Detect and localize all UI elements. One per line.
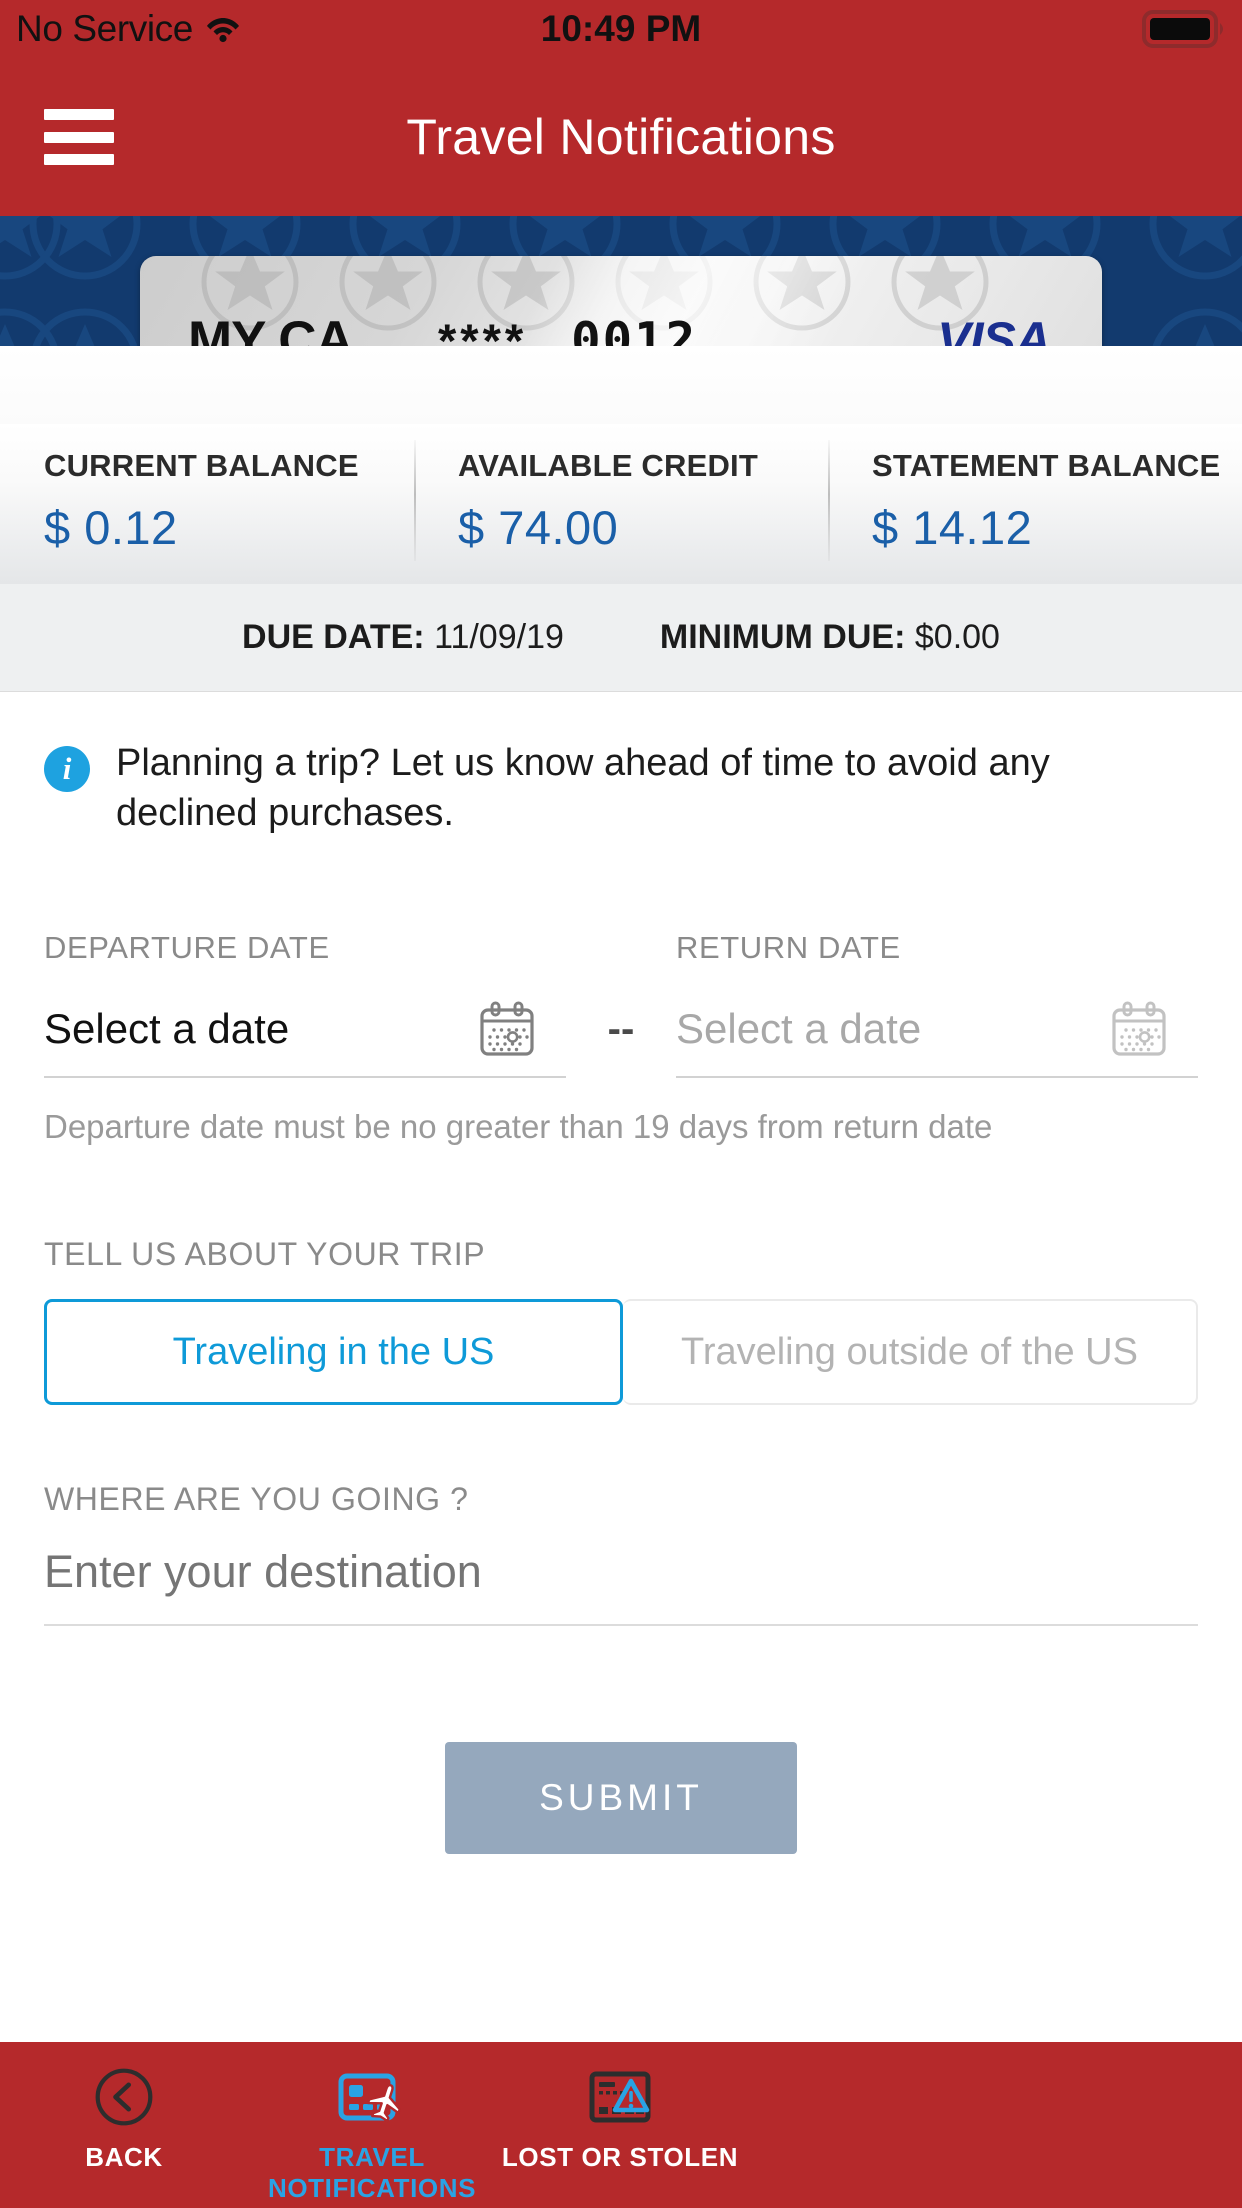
due-date: DUE DATE: 11/09/19 — [242, 618, 564, 657]
calendar-icon[interactable] — [1110, 1000, 1168, 1058]
balance-label: AVAILABLE CREDIT — [458, 448, 758, 483]
balance-value: $ 14.12 — [872, 501, 1033, 554]
balance-label: CURRENT BALANCE — [44, 448, 359, 483]
card-hero-banner: MY CA... **** 0012 VISA — [0, 216, 1242, 346]
info-circle-icon: i — [44, 746, 90, 792]
trip-option-outside-us[interactable]: Traveling outside of the US — [623, 1299, 1198, 1406]
nav-item-back[interactable]: BACK — [0, 2064, 248, 2173]
nav-label-back: BACK — [85, 2142, 163, 2172]
card-mask: **** — [438, 313, 528, 347]
chevron-left-circle-icon — [88, 2064, 160, 2130]
return-date-input[interactable]: Select a date — [676, 988, 1198, 1079]
nav-label-lost-or-stolen: LOST OR STOLEN — [501, 2142, 739, 2172]
page-title: Travel Notifications — [406, 109, 836, 165]
departure-date-field: DEPARTURE DATE Select a date — [44, 930, 566, 1079]
date-range-hint: Departure date must be no greater than 1… — [44, 1108, 993, 1146]
visa-logo: VISA — [937, 312, 1051, 346]
travel-notification-form: i Planning a trip? Let us know ahead of … — [0, 692, 1242, 1855]
trip-option-in-us[interactable]: Traveling in the US — [44, 1299, 623, 1406]
nav-label-travel-notifications: TRAVEL NOTIFICATIONS — [267, 2142, 477, 2203]
trip-section-label: TELL US ABOUT YOUR TRIP — [44, 1236, 486, 1273]
date-range-row: DEPARTURE DATE Select a date -- RETURN D… — [44, 930, 1198, 1079]
info-banner-text: Planning a trip? Let us know ahead of ti… — [116, 742, 1050, 835]
app-header: Travel Notifications — [0, 58, 1242, 216]
date-range-separator: -- — [607, 1007, 635, 1052]
return-date-value: Select a date — [676, 1005, 922, 1053]
trip-type-segmented-control: Traveling in the US Traveling outside of… — [44, 1299, 1198, 1406]
destination-input[interactable] — [44, 1518, 1198, 1627]
minimum-due: MINIMUM DUE: $0.00 — [660, 618, 1000, 657]
hamburger-bar — [44, 154, 114, 165]
departure-date-input[interactable]: Select a date — [44, 988, 566, 1079]
info-banner: i Planning a trip? Let us know ahead of … — [44, 692, 1198, 838]
card-nickname: MY CA... — [188, 310, 395, 347]
nav-item-lost-or-stolen[interactable]: LOST OR STOLEN — [496, 2064, 744, 2173]
credit-card-tile[interactable]: MY CA... **** 0012 VISA — [140, 256, 1102, 346]
due-summary-row: DUE DATE: 11/09/19 MINIMUM DUE: $0.00 — [0, 584, 1242, 692]
departure-date-value: Select a date — [44, 1005, 290, 1053]
status-bar: No Service 10:49 PM — [0, 0, 1242, 58]
bottom-navigation-bar: BACK TRAVEL NOTIFICATIONS LOST OR STOLEN — [0, 2042, 1242, 2208]
status-bar-clock: 10:49 PM — [540, 8, 702, 49]
balance-current: CURRENT BALANCE $ 0.12 — [0, 448, 414, 555]
balance-statement: STATEMENT BALANCE $ 14.12 — [828, 440, 1242, 561]
submit-row: SUBMIT — [44, 1742, 1198, 1855]
card-airplane-icon — [336, 2064, 408, 2130]
departure-date-label: DEPARTURE DATE — [44, 930, 330, 966]
balance-label: STATEMENT BALANCE — [872, 448, 1221, 483]
battery-full-icon — [1142, 9, 1228, 49]
card-overlap-spacer — [0, 346, 1242, 424]
due-date-value: 11/09/19 — [434, 618, 564, 656]
hamburger-bar — [44, 131, 114, 143]
destination-label: WHERE ARE YOU GOING ? — [44, 1481, 469, 1518]
nav-item-travel-notifications[interactable]: TRAVEL NOTIFICATIONS — [248, 2064, 496, 2203]
balance-value: $ 0.12 — [44, 501, 178, 554]
balance-value: $ 74.00 — [458, 501, 619, 554]
hamburger-menu-icon[interactable] — [44, 109, 114, 165]
calendar-icon[interactable] — [478, 1000, 536, 1058]
minimum-due-label: MINIMUM DUE: — [659, 618, 906, 656]
submit-button[interactable]: SUBMIT — [445, 1742, 797, 1855]
balances-summary: CURRENT BALANCE $ 0.12 AVAILABLE CREDIT … — [0, 424, 1242, 584]
due-date-label: DUE DATE: — [242, 618, 425, 656]
minimum-due-value: $0.00 — [914, 618, 1000, 656]
return-date-field: RETURN DATE Select a date — [676, 930, 1198, 1079]
card-last-four: 0012 — [571, 311, 698, 347]
return-date-label: RETURN DATE — [676, 930, 901, 966]
balance-available-credit: AVAILABLE CREDIT $ 74.00 — [414, 440, 828, 561]
hamburger-bar — [44, 109, 114, 120]
card-warning-icon — [584, 2064, 656, 2130]
